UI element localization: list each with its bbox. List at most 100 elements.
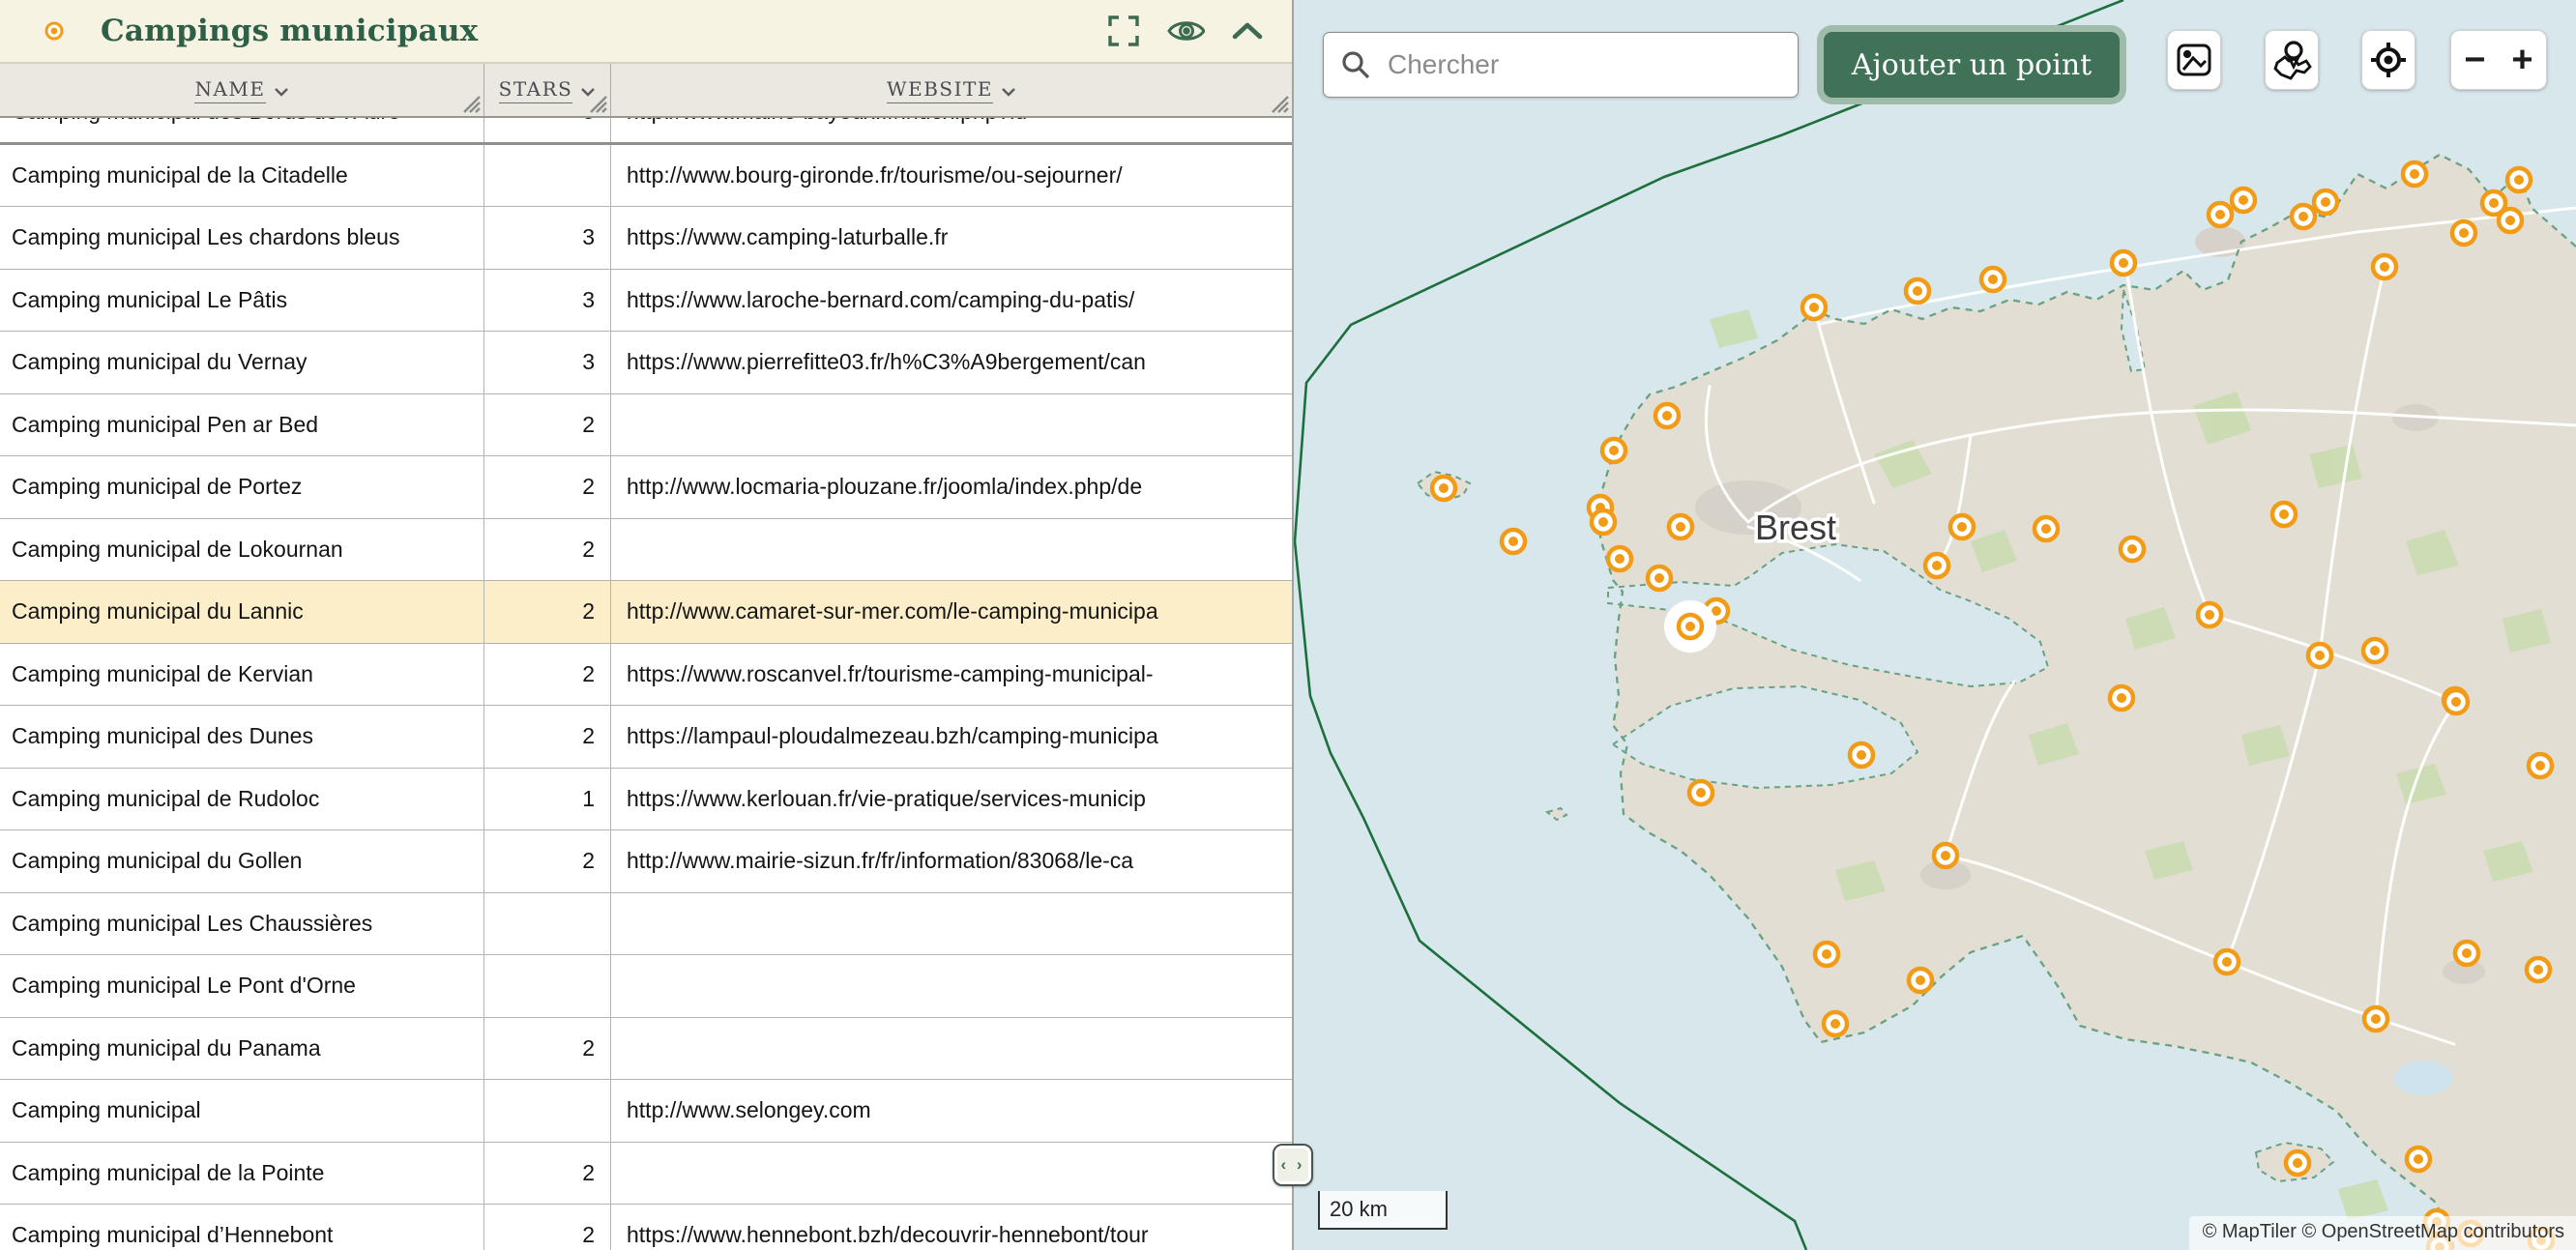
map-panel[interactable]: Brest Ajouter un point: [1294, 0, 2576, 1250]
map-marker[interactable]: [1689, 781, 1712, 804]
cell-name[interactable]: Camping municipal Les chardons bleus: [0, 207, 484, 269]
add-point-button[interactable]: Ajouter un point: [1824, 32, 2120, 98]
cell-website[interactable]: http://www.locmaria-plouzane.fr/joomla/i…: [611, 456, 1292, 518]
cell-name[interactable]: Camping municipal: [0, 1080, 484, 1142]
cell-stars[interactable]: 3: [484, 207, 611, 269]
map-marker[interactable]: [1934, 844, 1957, 867]
cell-name[interactable]: Camping municipal de Portez: [0, 456, 484, 518]
cell-stars[interactable]: [484, 893, 611, 955]
cell-stars[interactable]: 3: [484, 270, 611, 332]
pin-on-map-button[interactable]: [2265, 30, 2319, 90]
cell-stars[interactable]: 2: [484, 581, 611, 643]
cell-website[interactable]: https://www.roscanvel.fr/tourisme-campin…: [611, 644, 1292, 706]
map-marker[interactable]: [2272, 503, 2296, 526]
map-marker[interactable]: [2110, 686, 2133, 710]
table-row[interactable]: Camping municipal http://www.selongey.com: [0, 1080, 1292, 1143]
cell-name[interactable]: Camping municipal du Gollen: [0, 830, 484, 892]
map-marker[interactable]: [1608, 547, 1631, 570]
cell-website[interactable]: https://www.hennebont.bzh/decouvrir-henn…: [611, 1205, 1292, 1250]
map-marker[interactable]: [2407, 1148, 2430, 1171]
table-row[interactable]: Camping municipal de la Citadelle http://…: [0, 145, 1292, 208]
cell-stars[interactable]: 2: [484, 1205, 611, 1250]
cell-stars[interactable]: 2: [484, 519, 611, 581]
cell-website[interactable]: https://www.laroche-bernard.com/camping-…: [611, 270, 1292, 332]
cell-name[interactable]: Camping municipal du Vernay: [0, 332, 484, 393]
map-marker[interactable]: [1655, 404, 1679, 427]
table-row[interactable]: Camping municipal Les Chaussières: [0, 893, 1292, 956]
cell-website[interactable]: [611, 893, 1292, 955]
cell-stars[interactable]: 2: [484, 706, 611, 768]
cell-website[interactable]: [611, 1143, 1292, 1205]
cell-stars[interactable]: 2: [484, 644, 611, 706]
cell-website[interactable]: http://www.camaret-sur-mer.com/le-campin…: [611, 581, 1292, 643]
cell-name[interactable]: Camping municipal des Dunes: [0, 706, 484, 768]
panel-resize-handle[interactable]: ‹ ›: [1273, 1144, 1313, 1186]
table-row[interactable]: Camping municipal Le Pont d'Orne: [0, 955, 1292, 1018]
map-marker[interactable]: [1802, 296, 1826, 319]
cell-website[interactable]: [611, 955, 1292, 1017]
table-row[interactable]: Camping municipal de Portez2http://www.l…: [0, 456, 1292, 519]
map-marker[interactable]: [2112, 251, 2135, 275]
cell-name[interactable]: Camping municipal Le Pont d'Orne: [0, 955, 484, 1017]
cell-website[interactable]: [611, 519, 1292, 581]
collapse-panel-icon[interactable]: [1228, 12, 1267, 50]
map-marker[interactable]: [2209, 203, 2232, 226]
cell-name[interactable]: Camping municipal du Lannic: [0, 581, 484, 643]
table-row[interactable]: Camping municipal de Lokournan2: [0, 519, 1292, 582]
map-marker[interactable]: [1950, 515, 1974, 538]
table-row[interactable]: Camping municipal du Lannic2http://www.c…: [0, 581, 1292, 644]
map-marker[interactable]: [2198, 603, 2221, 626]
map-marker[interactable]: [2373, 255, 2396, 278]
cell-website[interactable]: https://www.pierrefitte03.fr/h%C3%A9berg…: [611, 332, 1292, 393]
cell-stars[interactable]: 2: [484, 1018, 611, 1080]
map-marker[interactable]: [1432, 477, 1455, 500]
map-marker[interactable]: [1815, 943, 1838, 966]
image-layer-button[interactable]: [2167, 30, 2221, 90]
map-marker[interactable]: [1981, 268, 2005, 291]
map-marker[interactable]: [1669, 515, 1692, 538]
table-row[interactable]: Camping municipal du Gollen2http://www.m…: [0, 830, 1292, 893]
map-marker[interactable]: [2292, 205, 2315, 228]
cell-stars[interactable]: 3: [484, 332, 611, 393]
cell-website[interactable]: http://www.mairie-sizun.fr/fr/informatio…: [611, 830, 1292, 892]
map-marker[interactable]: [1502, 530, 1525, 553]
cell-name[interactable]: Camping municipal de la Citadelle: [0, 145, 484, 207]
cell-website[interactable]: https://lampaul-ploudalmezeau.bzh/campin…: [611, 706, 1292, 768]
cell-stars[interactable]: 2: [484, 394, 611, 456]
cell-website[interactable]: http://www.selongey.com: [611, 1080, 1292, 1142]
cell-website[interactable]: http://www.bourg-gironde.fr/tourisme/ou-…: [611, 145, 1292, 207]
table-row[interactable]: Camping municipal du Panama2: [0, 1018, 1292, 1081]
map-marker[interactable]: [1648, 567, 1671, 590]
map-marker[interactable]: [2121, 538, 2144, 561]
zoom-in-button[interactable]: +: [2499, 31, 2546, 89]
cell-stars[interactable]: 2: [484, 1143, 611, 1205]
table-row[interactable]: Camping municipal d’Hennebont2https://ww…: [0, 1205, 1292, 1250]
cell-name[interactable]: Camping municipal Les Chaussières: [0, 893, 484, 955]
search-box[interactable]: [1323, 32, 1799, 98]
map-marker[interactable]: [2452, 221, 2475, 245]
cell-name[interactable]: Camping municipal Pen ar Bed: [0, 394, 484, 456]
map-marker[interactable]: [1909, 969, 1932, 992]
fullscreen-icon[interactable]: [1104, 12, 1143, 50]
table-row[interactable]: Camping municipal de la Pointe2: [0, 1143, 1292, 1206]
cell-stars[interactable]: 2: [484, 456, 611, 518]
table-row[interactable]: Camping municipal du Vernay3https://www.…: [0, 332, 1292, 394]
cell-name[interactable]: Camping municipal Le Pâtis: [0, 270, 484, 332]
zoom-out-button[interactable]: −: [2451, 31, 2499, 89]
map-canvas[interactable]: Brest: [1294, 0, 2576, 1250]
map-marker[interactable]: [2286, 1151, 2309, 1175]
cell-name[interactable]: Camping municipal de Lokournan: [0, 519, 484, 581]
map-marker[interactable]: [2364, 1007, 2387, 1031]
map-marker[interactable]: [1824, 1012, 1847, 1035]
cell-website[interactable]: https://www.kerlouan.fr/vie-pratique/ser…: [611, 769, 1292, 830]
map-marker[interactable]: [2455, 942, 2478, 965]
cell-stars[interactable]: 1: [484, 769, 611, 830]
table-row[interactable]: Camping municipal des Dunes2https://lamp…: [0, 706, 1292, 769]
search-input[interactable]: [1386, 48, 1776, 81]
cell-name[interactable]: Camping municipal de Rudoloc: [0, 769, 484, 830]
map-marker[interactable]: [2507, 168, 2531, 191]
map-marker[interactable]: [2314, 190, 2337, 214]
cell-name[interactable]: Camping municipal du Panama: [0, 1018, 484, 1080]
column-header-name[interactable]: NAME: [0, 64, 484, 116]
cell-website[interactable]: [611, 394, 1292, 456]
